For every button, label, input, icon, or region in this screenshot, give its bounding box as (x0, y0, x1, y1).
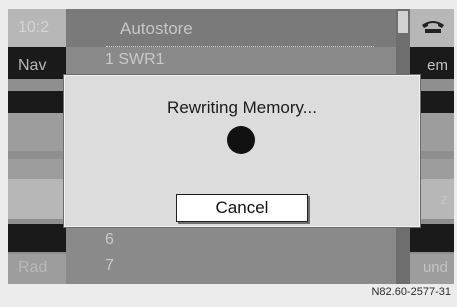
scroll-up-icon[interactable] (398, 11, 408, 33)
dialog-message: Rewriting Memory... (167, 98, 317, 117)
list-item[interactable]: 1 SWR1 (105, 51, 165, 69)
clock-time: 10:2 (18, 19, 50, 36)
nav-label[interactable]: Nav (18, 57, 46, 75)
figure-caption: N82.60-2577-31 (371, 286, 451, 298)
divider (106, 46, 374, 47)
phone-icon[interactable] (420, 17, 446, 35)
right-item-mid[interactable]: z (441, 191, 449, 208)
right-item-bottom[interactable]: und (423, 259, 448, 276)
list-item[interactable]: 6 (105, 231, 114, 249)
radio-label[interactable]: Rad (18, 259, 47, 277)
list-header: Autostore (66, 9, 404, 47)
cancel-button[interactable]: Cancel (176, 194, 308, 222)
list-item[interactable]: 7 (105, 257, 114, 275)
list-title: Autostore (120, 19, 193, 38)
rewriting-memory-dialog: Rewriting Memory... Cancel (64, 75, 420, 227)
busy-indicator-icon (227, 126, 255, 154)
right-item-top[interactable]: em (427, 57, 448, 74)
head-unit-screen: 10:2 Nav Rad Autostore 1 SWR1 6 7 em z u… (8, 9, 454, 284)
